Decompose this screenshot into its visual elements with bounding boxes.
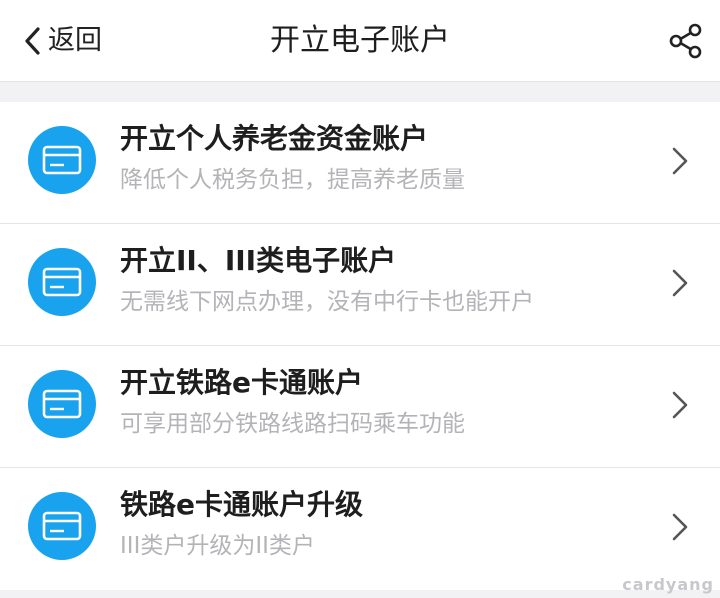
back-label: 返回 bbox=[48, 25, 102, 56]
item-subtitle: 降低个人税务负担，提高养老质量 bbox=[120, 167, 465, 193]
item-title: 铁路e卡通账户升级 bbox=[120, 488, 363, 521]
page-title: 开立电子账户 bbox=[270, 23, 450, 58]
chevron-right-icon bbox=[672, 147, 688, 175]
chevron-right-icon bbox=[672, 391, 688, 419]
item-title: 开立铁路e卡通账户 bbox=[120, 366, 363, 399]
chevron-right-icon bbox=[672, 269, 688, 297]
share-button[interactable] bbox=[666, 20, 706, 62]
list-item-railway-ecard[interactable]: 开立铁路e卡通账户 可享用部分铁路线路扫码乘车功能 bbox=[0, 346, 720, 468]
card-icon bbox=[28, 126, 96, 194]
top-navigation-bar: 返回 开立电子账户 bbox=[0, 0, 720, 82]
chevron-right-icon bbox=[672, 513, 688, 541]
item-subtitle: 可享用部分铁路线路扫码乘车功能 bbox=[120, 411, 465, 437]
card-icon bbox=[28, 370, 96, 438]
card-icon bbox=[28, 492, 96, 560]
list-item-electronic-account[interactable]: 开立II、III类电子账户 无需线下网点办理，没有中行卡也能开户 bbox=[0, 224, 720, 346]
item-subtitle: III类户升级为II类户 bbox=[120, 533, 315, 559]
item-title: 开立个人养老金资金账户 bbox=[120, 122, 429, 155]
chevron-left-icon bbox=[25, 27, 40, 55]
item-title: 开立II、III类电子账户 bbox=[120, 244, 397, 277]
item-subtitle: 无需线下网点办理，没有中行卡也能开户 bbox=[120, 289, 534, 315]
account-options-list: 开立个人养老金资金账户 降低个人税务负担，提高养老质量 开立II、III类电子账… bbox=[0, 102, 720, 590]
card-icon bbox=[28, 248, 96, 316]
back-button[interactable]: 返回 bbox=[22, 20, 102, 62]
share-icon bbox=[669, 23, 702, 59]
list-item-railway-ecard-upgrade[interactable]: 铁路e卡通账户升级 III类户升级为II类户 bbox=[0, 468, 720, 590]
list-item-pension-account[interactable]: 开立个人养老金资金账户 降低个人税务负担，提高养老质量 bbox=[0, 102, 720, 224]
watermark: cardyang bbox=[622, 575, 714, 594]
